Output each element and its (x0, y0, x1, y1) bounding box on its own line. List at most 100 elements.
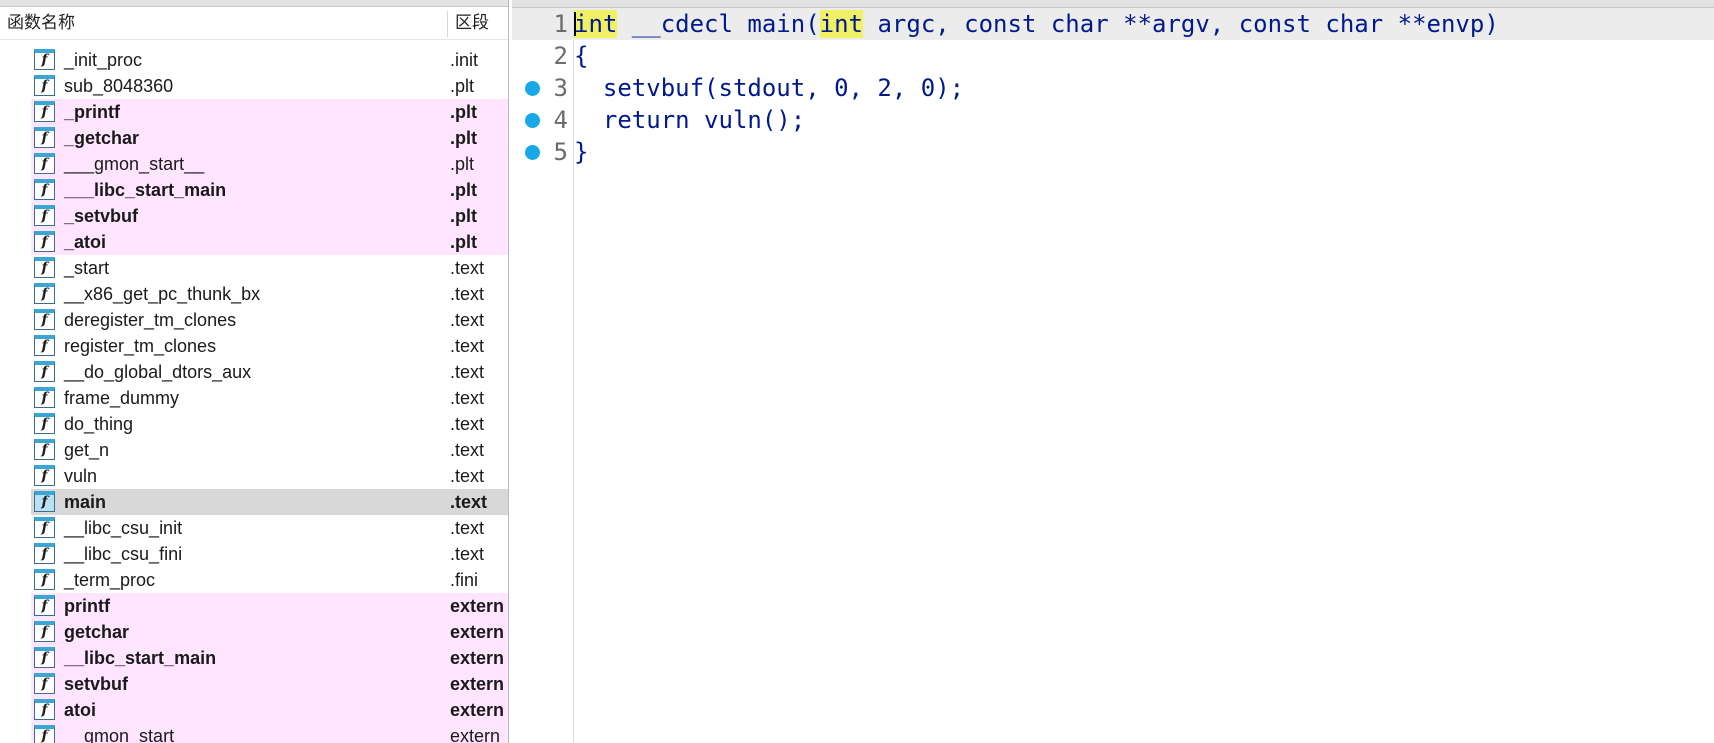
function-row[interactable]: f __gmon_start__ extern (0, 723, 508, 743)
function-name: _init_proc (64, 50, 143, 70)
function-row[interactable]: f deregister_tm_clones .text (0, 307, 508, 333)
breakpoint-dot-icon[interactable] (525, 81, 540, 96)
function-row[interactable]: f _term_proc .fini (0, 567, 508, 593)
function-segment: .plt (450, 154, 475, 174)
function-segment: .plt (450, 76, 475, 96)
pseudocode-window: 1 int __cdecl main(int argc, const char *… (512, 0, 1714, 743)
code-token: { (574, 42, 589, 70)
function-name: _getchar (64, 128, 140, 148)
function-segment: .init (450, 50, 479, 70)
function-icon: f (34, 543, 55, 564)
breakpoint-dot-icon[interactable] (525, 113, 540, 128)
function-segment: .text (450, 518, 485, 538)
function-row[interactable]: f _start .text (0, 255, 508, 281)
row-highlight (31, 697, 508, 723)
function-row[interactable]: f get_n .text (0, 437, 508, 463)
function-icon: f (34, 387, 55, 408)
function-row[interactable]: f vuln .text (0, 463, 508, 489)
function-row[interactable]: f getchar extern (0, 619, 508, 645)
function-row[interactable]: f _printf .plt (0, 99, 508, 125)
function-icon: f (34, 283, 55, 304)
function-row[interactable]: f __do_global_dtors_aux .text (0, 359, 508, 385)
function-segment: .text (450, 440, 485, 460)
function-row[interactable]: f _atoi .plt (0, 229, 508, 255)
function-name: get_n (64, 440, 110, 460)
function-icon: f (34, 127, 55, 148)
function-segment: extern (450, 700, 505, 720)
function-row[interactable]: f __libc_start_main extern (0, 645, 508, 671)
function-row[interactable]: f ___libc_start_main .plt (0, 177, 508, 203)
function-row[interactable]: f register_tm_clones .text (0, 333, 508, 359)
function-name: _atoi (64, 232, 107, 252)
function-name: _setvbuf (64, 206, 139, 226)
function-row[interactable]: f __x86_get_pc_thunk_bx .text (0, 281, 508, 307)
breakpoint-dot-icon[interactable] (525, 145, 540, 160)
code-token: setvbuf(stdout, 0, 2, 0); (574, 74, 965, 102)
function-segment: extern (450, 726, 501, 743)
column-header-function-name[interactable]: 函数名称 (7, 7, 75, 39)
function-segment: .text (450, 466, 485, 486)
function-name: __gmon_start__ (64, 726, 195, 743)
functions-table-header: 函数名称 区段 (0, 7, 508, 40)
function-icon: f (34, 231, 55, 252)
highlighted-keyword: int (819, 10, 864, 38)
function-icon: f (34, 725, 55, 743)
function-name: ___gmon_start__ (64, 154, 205, 174)
column-divider[interactable] (447, 11, 448, 37)
code-token: return vuln(); (574, 106, 806, 134)
function-name: atoi (64, 700, 97, 720)
function-row[interactable]: f main .text (0, 489, 508, 515)
function-icon: f (34, 699, 55, 720)
function-name: setvbuf (64, 674, 129, 694)
function-name: register_tm_clones (64, 336, 217, 356)
line-number: 4 (553, 106, 568, 134)
function-row[interactable]: f _init_proc .init (0, 47, 508, 73)
function-name: __do_global_dtors_aux (64, 362, 252, 382)
code-line[interactable]: 3 setvbuf(stdout, 0, 2, 0); (512, 72, 1714, 104)
function-segment: extern (450, 674, 505, 694)
function-row[interactable]: f __libc_csu_fini .text (0, 541, 508, 567)
function-name: __libc_csu_fini (64, 544, 183, 564)
function-segment: .fini (450, 570, 479, 590)
code-line[interactable]: 4 return vuln(); (512, 104, 1714, 136)
function-name: do_thing (64, 414, 134, 434)
function-icon: f (34, 569, 55, 590)
code-line[interactable]: 2{ (512, 40, 1714, 72)
function-row[interactable]: f do_thing .text (0, 411, 508, 437)
function-icon: f (34, 205, 55, 226)
functions-list: f _init_proc .init f sub_8048360 .plt f _printf… (0, 47, 508, 743)
function-segment: .plt (450, 128, 477, 148)
function-segment: .text (450, 284, 485, 304)
line-number: 5 (553, 138, 568, 166)
row-highlight (31, 463, 508, 489)
function-icon: f (34, 361, 55, 382)
code-line[interactable]: 5} (512, 136, 1714, 168)
function-row[interactable]: f __libc_csu_init .text (0, 515, 508, 541)
function-icon: f (34, 413, 55, 434)
function-segment: .plt (450, 206, 477, 226)
function-segment: .text (450, 310, 485, 330)
function-segment: .plt (450, 180, 477, 200)
function-row[interactable]: f printf extern (0, 593, 508, 619)
function-row[interactable]: f atoi extern (0, 697, 508, 723)
highlighted-keyword: int (574, 10, 618, 38)
code-line[interactable]: 1 int __cdecl main(int argc, const char *… (512, 8, 1714, 40)
function-icon: f (34, 595, 55, 616)
function-row[interactable]: f ___gmon_start__ .plt (0, 151, 508, 177)
function-row[interactable]: f frame_dummy .text (0, 385, 508, 411)
code-token: argc, const char **argv, const char **en… (863, 10, 1499, 38)
function-name: vuln (64, 466, 98, 486)
column-header-segment[interactable]: 区段 (455, 7, 489, 39)
code-text: { (574, 40, 588, 72)
function-icon: f (34, 517, 55, 538)
function-segment: .text (450, 544, 485, 564)
function-name: _term_proc (64, 570, 156, 590)
functions-tab-strip (0, 0, 508, 7)
function-segment: extern (450, 648, 505, 668)
function-row[interactable]: f _getchar .plt (0, 125, 508, 151)
function-row[interactable]: f setvbuf extern (0, 671, 508, 697)
function-segment: extern (450, 622, 505, 642)
function-row[interactable]: f _setvbuf .plt (0, 203, 508, 229)
function-name: printf (64, 596, 110, 616)
function-row[interactable]: f sub_8048360 .plt (0, 73, 508, 99)
